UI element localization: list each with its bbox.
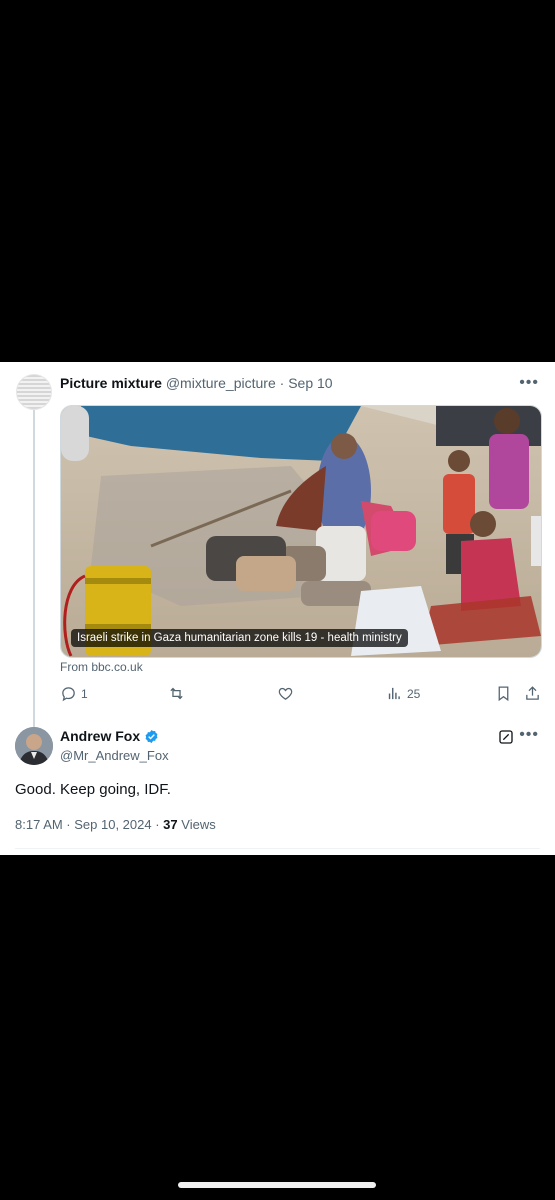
views-label: Views <box>181 817 216 832</box>
tweet-card: Picture mixture @mixture_picture · Sep 1… <box>0 362 555 855</box>
retweet-icon <box>170 687 183 700</box>
like-icon <box>278 687 293 700</box>
quoted-date[interactable]: · Sep 10 <box>280 375 333 391</box>
verified-icon <box>145 729 158 743</box>
author-avatar[interactable] <box>15 727 53 765</box>
share-button[interactable] <box>524 685 541 702</box>
like-button[interactable] <box>277 685 294 702</box>
thread-line <box>33 410 35 728</box>
author-photo <box>15 727 53 765</box>
reply-icon <box>62 687 75 702</box>
views-button[interactable]: 25 <box>386 685 420 702</box>
more-icon[interactable]: ••• <box>519 374 539 392</box>
divider <box>15 848 540 849</box>
reply-button[interactable]: 1 <box>60 685 88 702</box>
link-source[interactable]: From bbc.co.uk <box>60 660 143 674</box>
retweet-button[interactable] <box>168 685 185 702</box>
share-icon <box>526 686 539 700</box>
views-number: 37 <box>163 817 178 832</box>
quoted-avatar[interactable] <box>16 374 52 410</box>
media-caption: Israeli strike in Gaza humanitarian zone… <box>71 629 408 647</box>
home-indicator[interactable] <box>178 1182 376 1188</box>
quoted-media[interactable]: Israeli strike in Gaza humanitarian zone… <box>60 405 542 658</box>
more-icon[interactable]: ••• <box>519 726 539 744</box>
quoted-display-name[interactable]: Picture mixture <box>60 375 162 391</box>
author-handle[interactable]: @Mr_Andrew_Fox <box>60 748 169 763</box>
tweet-meta: 8:17 AM · Sep 10, 2024 · 37 Views <box>15 817 216 832</box>
bookmark-button[interactable] <box>495 685 512 702</box>
reply-count: 1 <box>81 686 88 701</box>
quoted-handle[interactable]: @mixture_picture <box>166 375 276 391</box>
bookmark-icon <box>498 686 509 702</box>
tweet-text: Good. Keep going, IDF. <box>15 781 171 798</box>
grok-icon[interactable] <box>498 729 514 745</box>
author-display-name[interactable]: Andrew Fox <box>60 728 140 744</box>
tweet-timestamp[interactable]: 8:17 AM · Sep 10, 2024 · <box>15 817 160 832</box>
views-count: 25 <box>407 686 421 701</box>
author-name-row: Andrew Fox <box>60 728 159 744</box>
views-icon <box>388 687 400 700</box>
media-photo <box>61 406 541 657</box>
action-bar: 1 25 <box>60 685 540 705</box>
quoted-header: Picture mixture @mixture_picture · Sep 1… <box>60 374 333 392</box>
